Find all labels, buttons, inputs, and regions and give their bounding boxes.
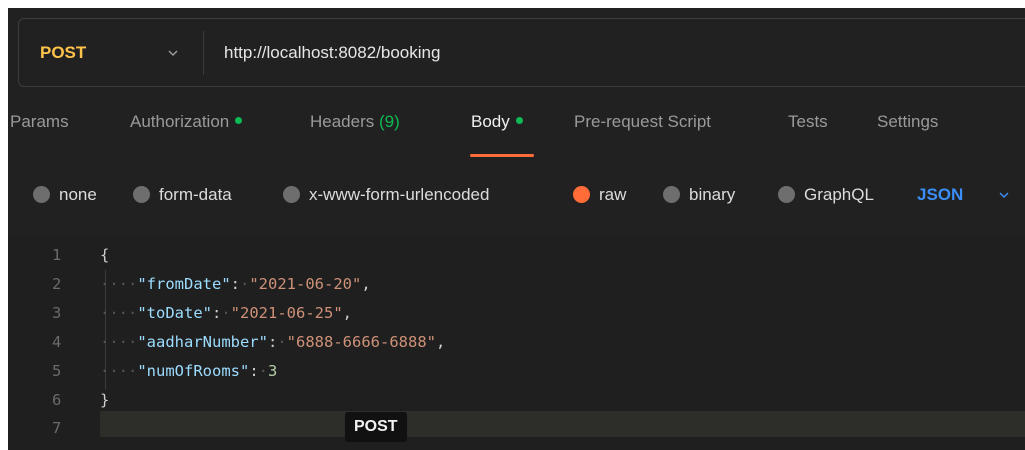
open-brace: { bbox=[100, 246, 110, 264]
code-line: ····"toDate":·"2021-06-25", bbox=[100, 304, 352, 322]
json-key: "numOfRooms" bbox=[137, 362, 250, 380]
radio-label: none bbox=[59, 185, 97, 204]
tab-label: Body bbox=[471, 112, 510, 131]
tab-label: Authorization bbox=[130, 112, 230, 131]
json-key: "fromDate" bbox=[137, 275, 231, 293]
line-number: 5 bbox=[52, 362, 62, 380]
tab-params[interactable]: Params bbox=[10, 112, 69, 132]
headers-count: (9) bbox=[379, 112, 400, 131]
json-key: "aadharNumber" bbox=[137, 333, 268, 351]
tab-pre-request-script[interactable]: Pre-request Script bbox=[574, 112, 711, 132]
method-tooltip: POST bbox=[345, 412, 407, 442]
radio-label: form-data bbox=[159, 185, 232, 204]
json-value: "2021-06-20" bbox=[249, 275, 362, 293]
tab-settings[interactable]: Settings bbox=[877, 112, 938, 132]
json-comma: , bbox=[342, 304, 352, 322]
tab-authorization[interactable]: Authorization bbox=[130, 112, 243, 132]
code-line: } bbox=[100, 391, 109, 409]
tab-label: Params bbox=[10, 112, 69, 131]
line-number: 4 bbox=[52, 333, 62, 351]
line-number: 2 bbox=[52, 275, 62, 293]
json-comma: , bbox=[435, 333, 446, 351]
json-value: "6888-6666-6888" bbox=[286, 333, 436, 351]
json-value: 3 bbox=[268, 362, 278, 380]
tab-body[interactable]: Body bbox=[471, 112, 523, 132]
postman-request-panel: POST http://localhost:8082/booking Param… bbox=[8, 8, 1025, 450]
line-number: 1 bbox=[52, 246, 62, 264]
status-dot-icon bbox=[235, 117, 243, 125]
json-value: "2021-06-25" bbox=[230, 304, 343, 322]
divider bbox=[203, 31, 204, 75]
tab-label: Pre-request Script bbox=[574, 112, 711, 131]
code-editor[interactable]: 1 2 3 4 5 6 7 { ····"fromDate":·"2021-06… bbox=[8, 236, 1025, 450]
radio-selected-icon bbox=[573, 186, 590, 204]
tab-label: Tests bbox=[788, 112, 828, 131]
status-dot-icon bbox=[515, 117, 523, 125]
radio-form-data[interactable]: form-data bbox=[133, 178, 232, 212]
radio-icon bbox=[663, 186, 680, 204]
radio-label: x-www-form-urlencoded bbox=[309, 185, 490, 204]
tab-label: Settings bbox=[877, 112, 939, 131]
active-line-highlight bbox=[100, 411, 1025, 437]
line-number: 6 bbox=[52, 391, 62, 409]
json-comma: , bbox=[361, 275, 371, 293]
tab-tests[interactable]: Tests bbox=[788, 112, 828, 132]
code-line: { bbox=[100, 246, 109, 264]
json-key: "toDate" bbox=[137, 304, 212, 322]
line-number: 3 bbox=[52, 304, 62, 322]
tab-label: Headers bbox=[310, 112, 375, 131]
radio-icon bbox=[33, 186, 50, 204]
radio-icon bbox=[133, 186, 150, 204]
url-input[interactable]: http://localhost:8082/booking bbox=[224, 19, 440, 86]
radio-raw[interactable]: raw bbox=[573, 178, 626, 212]
radio-none[interactable]: none bbox=[33, 178, 97, 212]
active-tab-indicator bbox=[470, 154, 534, 157]
radio-label: binary bbox=[689, 185, 736, 204]
radio-binary[interactable]: binary bbox=[663, 178, 735, 212]
radio-graphql[interactable]: GraphQL bbox=[778, 178, 874, 212]
chevron-down-icon[interactable] bbox=[167, 47, 179, 59]
code-line: ····"numOfRooms":·3 bbox=[100, 362, 278, 380]
radio-icon bbox=[283, 186, 300, 204]
method-select[interactable]: POST bbox=[40, 19, 86, 86]
line-number: 7 bbox=[52, 419, 62, 437]
radio-label: GraphQL bbox=[804, 185, 874, 204]
code-line: ····"fromDate":·"2021-06-20", bbox=[100, 275, 371, 293]
radio-icon bbox=[778, 186, 795, 204]
code-line: ····"aadharNumber":·"6888-6666-6888", bbox=[100, 333, 446, 351]
language-select[interactable]: JSON bbox=[917, 178, 963, 212]
radio-label: raw bbox=[599, 185, 627, 204]
close-brace: } bbox=[100, 391, 110, 409]
url-bar: POST http://localhost:8082/booking bbox=[18, 18, 1025, 87]
radio-x-www-form-urlencoded[interactable]: x-www-form-urlencoded bbox=[283, 178, 489, 212]
chevron-down-icon[interactable] bbox=[998, 189, 1010, 201]
tab-headers[interactable]: Headers (9) bbox=[310, 112, 400, 132]
